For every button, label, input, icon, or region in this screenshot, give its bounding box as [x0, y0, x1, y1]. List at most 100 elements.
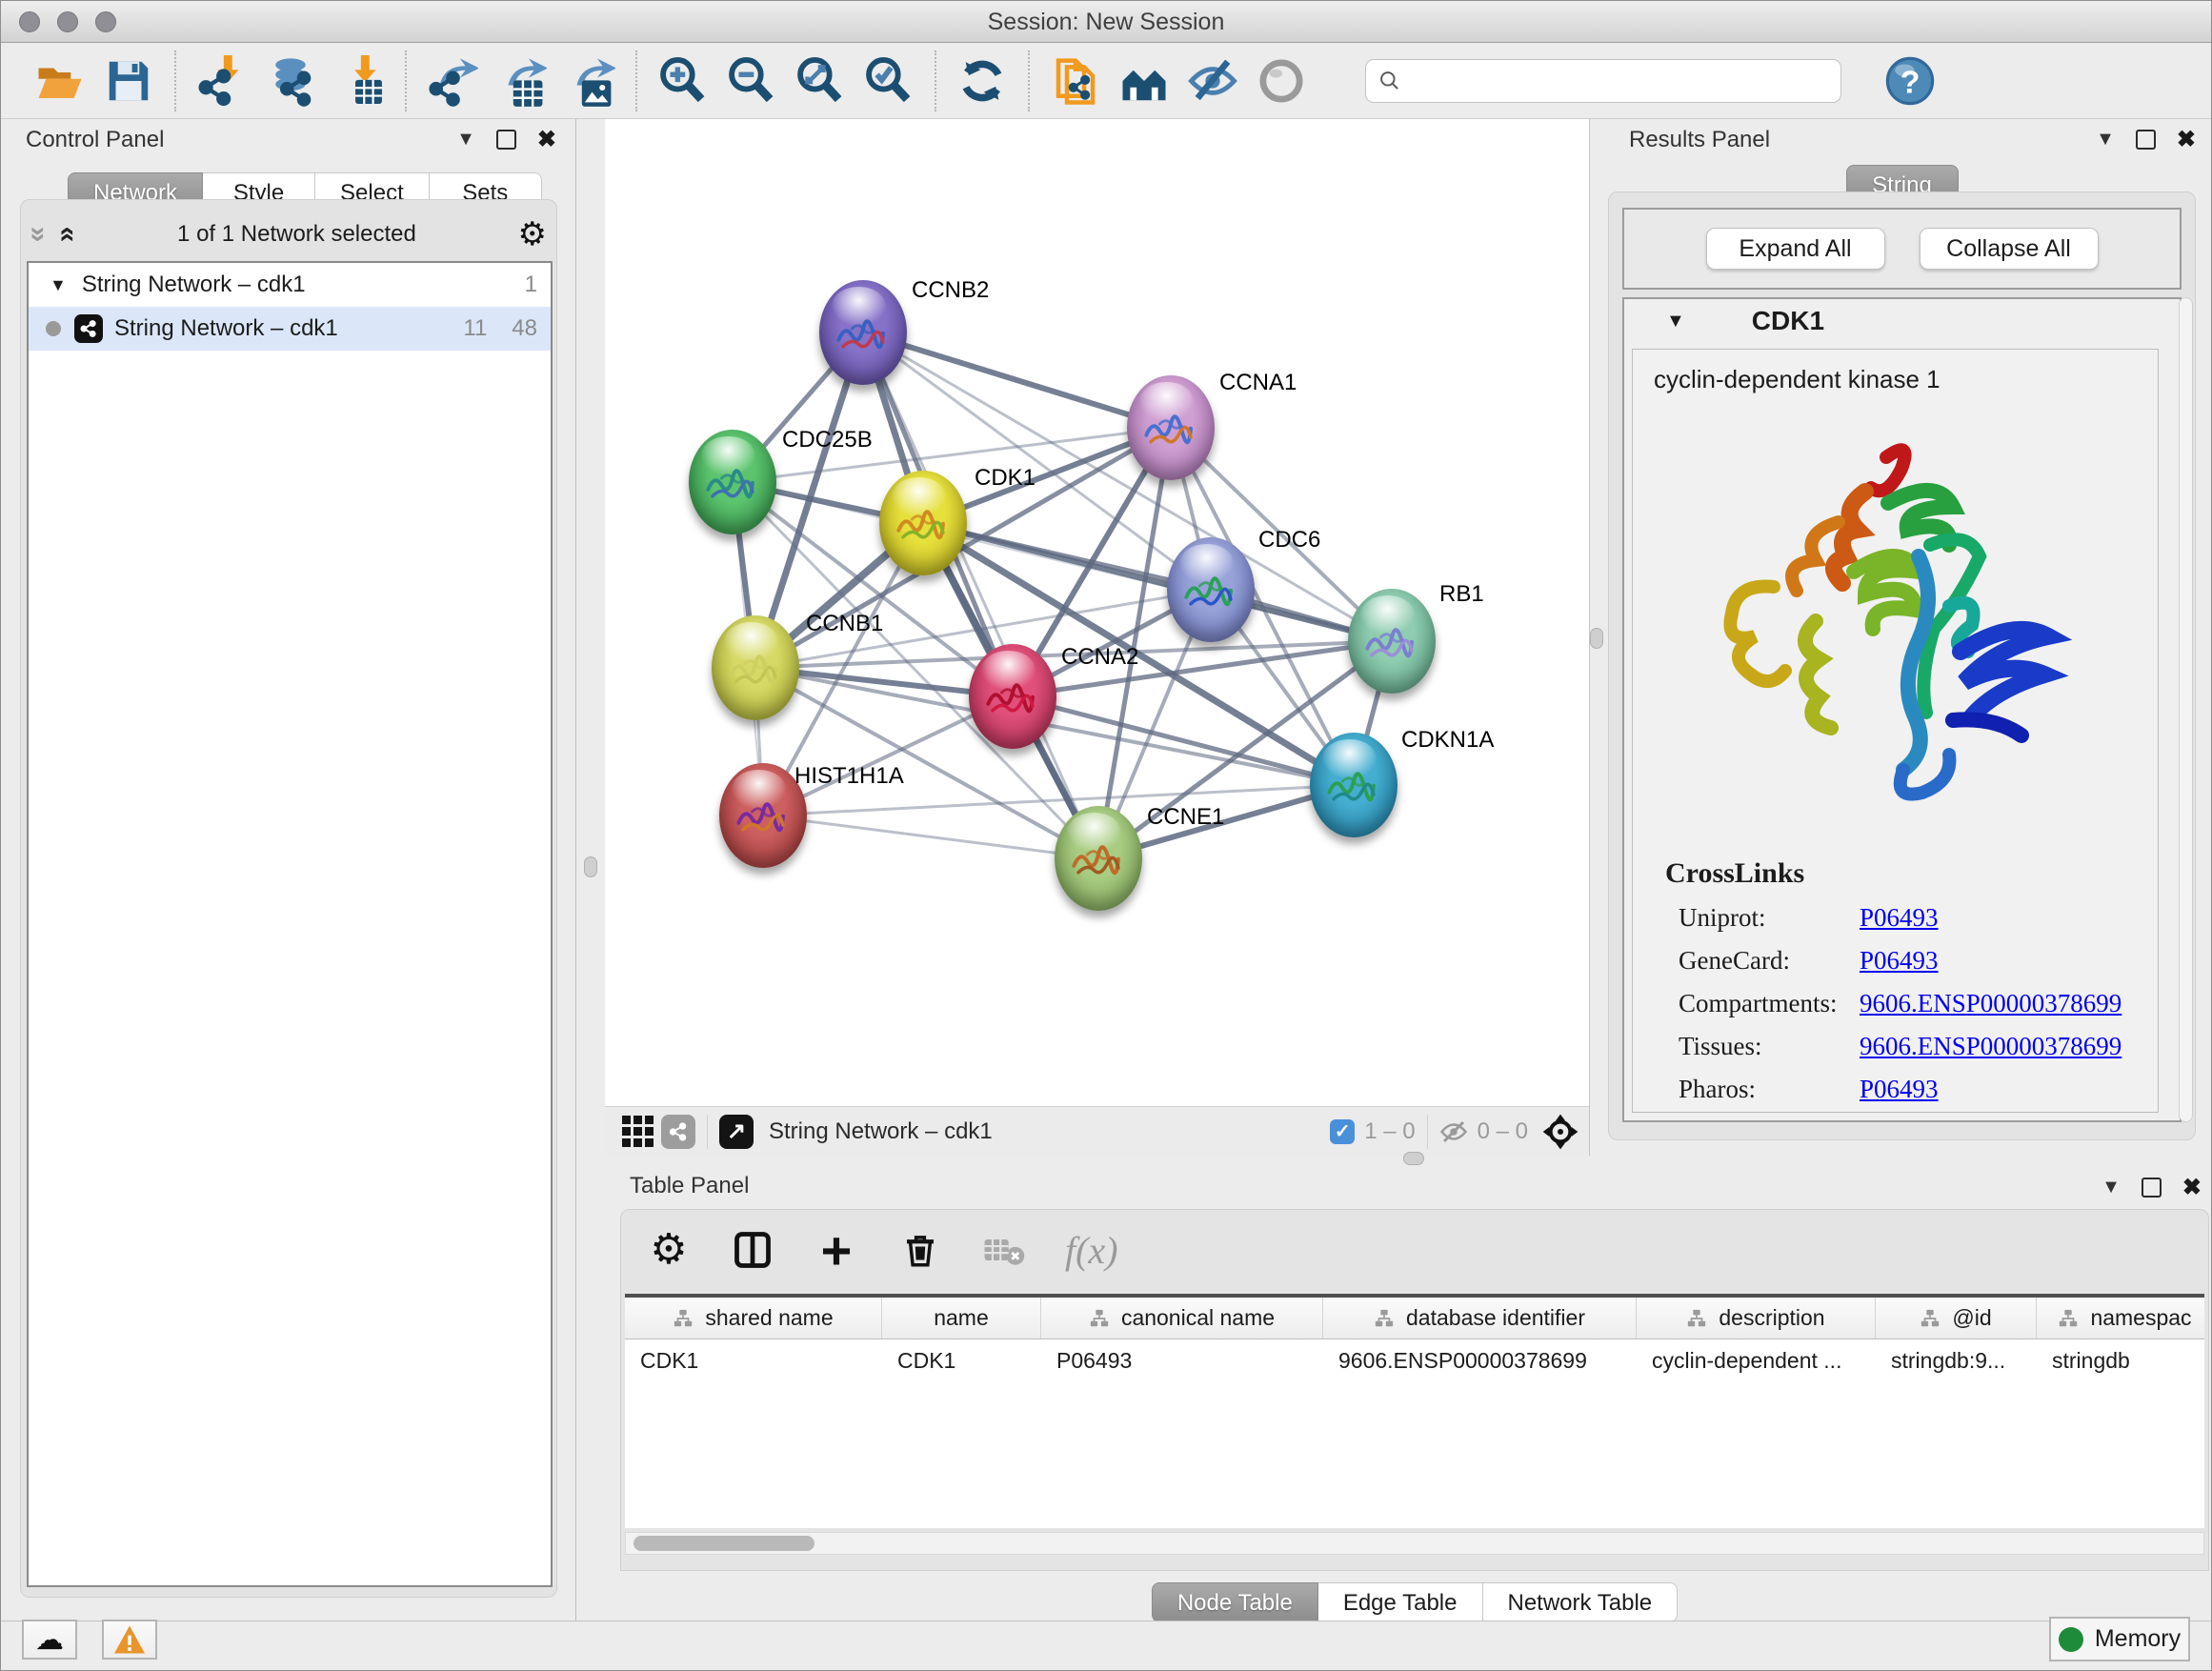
results-panel-menu-caret[interactable]: ▼ — [2096, 129, 2115, 151]
collection-caret[interactable]: ▼ — [50, 275, 67, 295]
cloud-status-button[interactable]: ☁ — [22, 1620, 77, 1660]
node-CCNA2[interactable] — [969, 644, 1056, 749]
network-collection-row[interactable]: ▼ String Network – cdk1 1 — [29, 263, 551, 307]
protein-structure-image — [1705, 423, 2086, 833]
collapse-all-button[interactable]: Collapse All — [1920, 228, 2099, 270]
edge-CCNB2-CCNA1[interactable] — [863, 332, 1171, 428]
node-RB1[interactable] — [1348, 589, 1436, 694]
crosslink-link[interactable]: P06493 — [1860, 946, 1939, 976]
table-horizontal-scrollbar[interactable] — [625, 1532, 2204, 1555]
gene-name: CDK1 — [1752, 306, 1824, 336]
network-status-dot — [46, 321, 61, 336]
node-label-CCNE1: CCNE1 — [1147, 804, 1224, 831]
zoom-out-button[interactable] — [717, 52, 786, 110]
tab-node-table[interactable]: Node Table — [1152, 1582, 1318, 1622]
string-home-button[interactable] — [1110, 52, 1178, 110]
edge-CCNE1-HIST1H1A[interactable] — [763, 815, 1098, 858]
show-columns-icon[interactable] — [730, 1227, 775, 1273]
export-image-button[interactable] — [555, 52, 624, 110]
gray-eye-button[interactable] — [1247, 52, 1316, 110]
left-splitter-handle[interactable] — [584, 856, 597, 877]
tab-network-table[interactable]: Network Table — [1483, 1582, 1679, 1622]
share-document-button[interactable] — [1041, 52, 1110, 110]
search-box[interactable] — [1365, 59, 1841, 103]
export-network-button[interactable] — [418, 52, 487, 110]
bottom-splitter-handle[interactable] — [1403, 1152, 1424, 1165]
node-CDC6[interactable] — [1167, 537, 1255, 642]
node-CCNE1[interactable] — [1055, 806, 1142, 911]
help-button[interactable]: ? — [1876, 52, 1944, 110]
birds-eye-view-icon[interactable] — [622, 1116, 654, 1147]
table-panel-float-button[interactable] — [2142, 1178, 2162, 1198]
memory-button[interactable]: Memory — [2049, 1617, 2190, 1661]
search-input[interactable] — [1410, 68, 1829, 94]
delete-table-icon-disabled — [981, 1227, 1027, 1273]
crosslink-link[interactable]: P06493 — [1860, 1075, 1939, 1104]
table-options-gear-icon[interactable]: ⚙ — [646, 1227, 692, 1273]
table-panel-menu-caret[interactable]: ▼ — [2101, 1177, 2121, 1198]
node-CDKN1A[interactable] — [1310, 733, 1398, 837]
expand-all-networks-icon[interactable]: « — [53, 227, 82, 243]
export-view-icon[interactable]: ↗ — [719, 1115, 754, 1149]
eye-slash-button[interactable] — [1178, 52, 1247, 110]
node-CCNA1[interactable] — [1127, 375, 1215, 480]
crosslink-link[interactable]: 9606.ENSP00000378699 — [1860, 1032, 2122, 1061]
results-panel-close-button[interactable]: ✖ — [2177, 126, 2196, 153]
results-scrollbar[interactable] — [2179, 297, 2193, 1122]
column-header-namespac[interactable]: namespac — [2037, 1298, 2204, 1339]
save-button[interactable] — [94, 52, 163, 110]
open-folder-button[interactable] — [26, 52, 94, 110]
network-canvas[interactable]: CCNB2 CCNA1 CDC25B CDK1 — [605, 119, 1590, 1106]
crosslink-link[interactable]: 9606.ENSP00000378699 — [1860, 989, 2122, 1018]
right-splitter-handle[interactable] — [1590, 628, 1603, 649]
network-row[interactable]: String Network – cdk1 1148 — [29, 307, 551, 351]
import-table-button[interactable] — [325, 52, 393, 110]
control-panel-close-button[interactable]: ✖ — [537, 126, 556, 153]
node-CDK1[interactable] — [879, 471, 967, 575]
import-network-button[interactable] — [188, 52, 256, 110]
node-CCNB2[interactable] — [819, 280, 907, 385]
expand-collapse-box: Expand All Collapse All — [1622, 208, 2182, 290]
fit-content-crosshair-icon[interactable] — [1541, 1113, 1579, 1151]
open-folder-icon — [34, 55, 86, 107]
function-builder-icon-disabled: f(x) — [1065, 1228, 1118, 1273]
gene-collapse-caret[interactable]: ▼ — [1666, 311, 1685, 332]
delete-column-icon[interactable] — [897, 1227, 943, 1273]
column-header-canonical-name[interactable]: canonical name — [1041, 1298, 1323, 1339]
crosslink-link[interactable]: P06493 — [1860, 903, 1939, 933]
refresh-button[interactable] — [948, 52, 1016, 110]
zoom-selected-button[interactable] — [855, 52, 923, 110]
export-table-button[interactable] — [487, 52, 555, 110]
table-row[interactable]: CDK1CDK1P064939606.ENSP00000378699cyclin… — [625, 1339, 2204, 1381]
zoom-in-button[interactable] — [649, 52, 717, 110]
gray-eye-icon — [1256, 55, 1307, 107]
import-database-button[interactable] — [256, 52, 325, 110]
column-header--id[interactable]: @id — [1876, 1298, 2037, 1339]
column-header-database-identifier[interactable]: database identifier — [1323, 1298, 1637, 1339]
share-network-icon[interactable] — [661, 1115, 695, 1149]
network-options-gear-icon[interactable]: ⚙ — [518, 218, 547, 251]
window-title: Session: New Session — [1, 1, 2211, 43]
node-CDC25B[interactable] — [689, 430, 776, 534]
table-panel-close-button[interactable]: ✖ — [2182, 1174, 2202, 1201]
scrollbar-thumb[interactable] — [633, 1536, 814, 1551]
expand-all-button[interactable]: Expand All — [1706, 228, 1885, 270]
gene-section-header[interactable]: ▼ CDK1 — [1624, 299, 2180, 343]
node-CCNB1[interactable] — [712, 615, 799, 720]
warnings-button[interactable] — [102, 1620, 157, 1660]
add-column-icon[interactable]: + — [814, 1227, 859, 1273]
control-panel-menu-caret[interactable]: ▼ — [456, 129, 475, 151]
cell-shared-name: CDK1 — [625, 1339, 882, 1381]
zoom-fit-button[interactable] — [786, 52, 855, 110]
hidden-eye-icon — [1439, 1117, 1468, 1146]
column-header-description[interactable]: description — [1637, 1298, 1876, 1339]
collapse-all-networks-icon[interactable]: » — [24, 227, 52, 243]
import-table-icon — [333, 55, 385, 107]
control-panel-float-button[interactable] — [496, 130, 516, 150]
warning-icon — [112, 1624, 147, 1655]
column-header-name[interactable]: name — [882, 1298, 1041, 1339]
tab-edge-table[interactable]: Edge Table — [1318, 1582, 1483, 1622]
column-header-shared-name[interactable]: shared name — [625, 1298, 882, 1339]
selected-checkbox-icon[interactable]: ✓ — [1330, 1119, 1355, 1144]
results-panel-float-button[interactable] — [2136, 130, 2156, 150]
